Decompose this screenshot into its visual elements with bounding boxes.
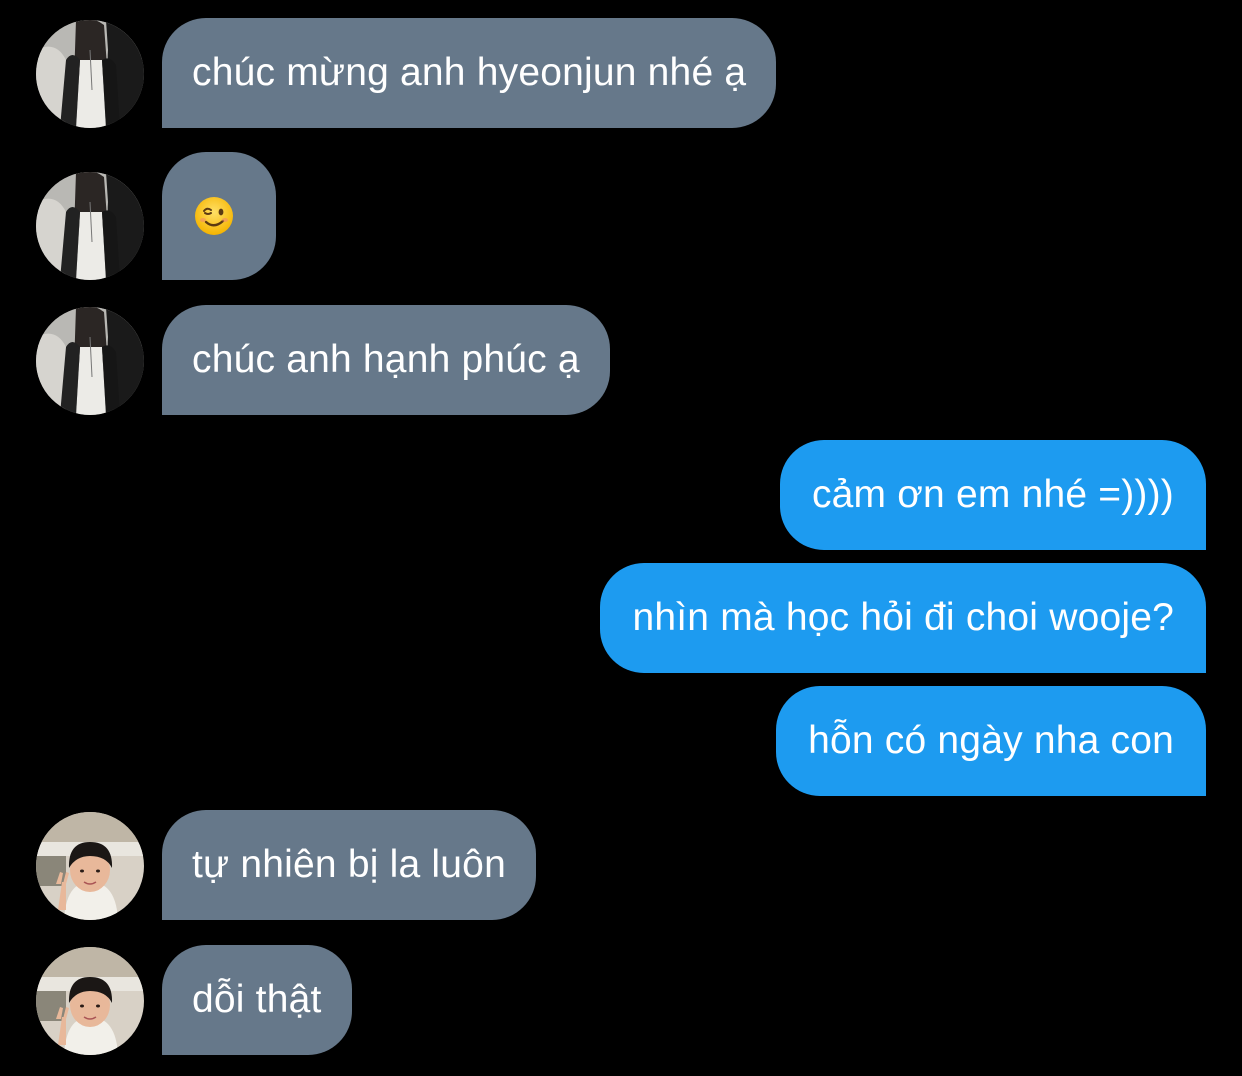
incoming-message-bubble[interactable]: chúc mừng anh hyeonjun nhé ạ: [162, 18, 777, 128]
avatar-woman-icon[interactable]: [36, 307, 144, 415]
message-row: chúc anh hạnh phúc ạ: [0, 305, 1242, 415]
message-text: cảm ơn em nhé =)))): [811, 473, 1174, 516]
outgoing-message-bubble[interactable]: hỗn có ngày nha con: [776, 686, 1206, 796]
winking-face-emoji-icon: [194, 196, 234, 236]
incoming-message-bubble[interactable]: [162, 152, 276, 280]
message-text: nhìn mà học hỏi đi choi wooje?: [632, 596, 1174, 639]
message-text: tự nhiên bị la luôn: [192, 843, 506, 886]
incoming-message-bubble[interactable]: tự nhiên bị la luôn: [162, 810, 536, 920]
incoming-message-bubble[interactable]: chúc anh hạnh phúc ạ: [162, 305, 610, 415]
avatar-child-icon[interactable]: [36, 947, 144, 1055]
message-text: dỗi thật: [192, 978, 322, 1021]
message-row: hỗn có ngày nha con: [0, 686, 1242, 796]
avatar-woman-icon[interactable]: [36, 172, 144, 280]
message-row: dỗi thật: [0, 945, 1242, 1055]
message-row: chúc mừng anh hyeonjun nhé ạ: [0, 18, 1242, 128]
message-row: tự nhiên bị la luôn: [0, 810, 1242, 920]
message-text: chúc mừng anh hyeonjun nhé ạ: [192, 51, 747, 94]
message-text: chúc anh hạnh phúc ạ: [192, 338, 580, 381]
outgoing-message-bubble[interactable]: nhìn mà học hỏi đi choi wooje?: [600, 563, 1206, 673]
incoming-message-bubble[interactable]: dỗi thật: [162, 945, 352, 1055]
avatar-child-icon[interactable]: [36, 812, 144, 920]
message-row: cảm ơn em nhé =)))): [0, 440, 1242, 550]
message-text: hỗn có ngày nha con: [808, 719, 1174, 762]
outgoing-message-bubble[interactable]: cảm ơn em nhé =)))): [779, 440, 1206, 550]
message-row: [0, 152, 1242, 280]
avatar-woman-icon[interactable]: [36, 20, 144, 128]
message-row: nhìn mà học hỏi đi choi wooje?: [0, 563, 1242, 673]
